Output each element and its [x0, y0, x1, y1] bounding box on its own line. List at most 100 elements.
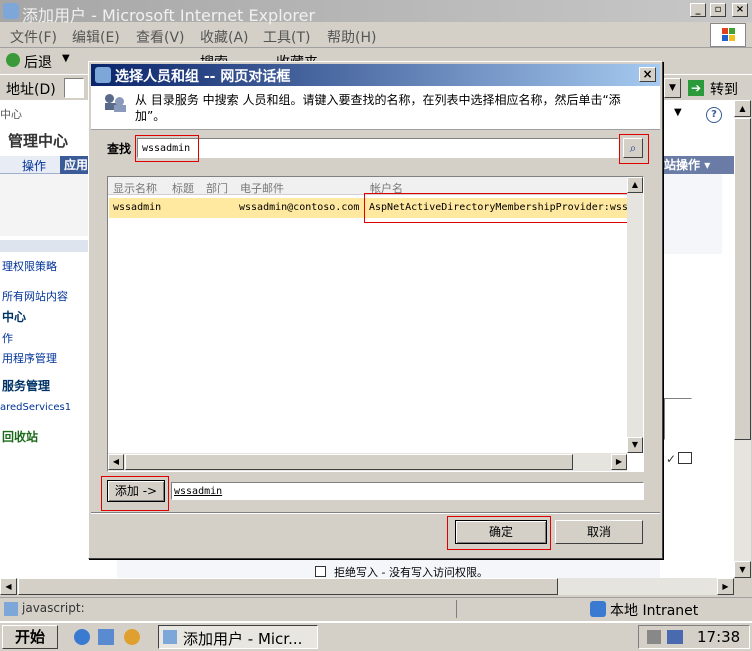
tab-applications[interactable]: 应用 [60, 156, 90, 174]
list-scroll-right-icon[interactable]: ▶ [611, 454, 627, 470]
ie-quicklaunch-icon[interactable] [74, 629, 90, 645]
status-bar: javascript: 本地 Intranet [0, 597, 752, 619]
scroll-left-icon[interactable]: ◀ [0, 578, 17, 595]
task-ie-icon [163, 630, 177, 644]
status-panels [456, 600, 584, 618]
find-input[interactable]: wssadmin [137, 138, 619, 158]
right-box [664, 398, 692, 440]
page-vertical-scrollbar[interactable]: ▲ ▼ [734, 100, 751, 578]
list-vertical-scrollbar[interactable]: ▲ ▼ [627, 177, 643, 453]
nav-link-operations[interactable]: 作 [2, 330, 13, 346]
address-dropdown-icon[interactable]: ▼ [664, 78, 681, 98]
bottom-row: 拒绝写入 - 没有写入访问权限。 [117, 558, 660, 579]
site-actions-label: 站操作 [664, 158, 701, 172]
list-horizontal-scrollbar[interactable]: ◀ ▶ [108, 453, 627, 471]
search-button-highlight [619, 134, 649, 164]
media-quicklaunch-icon[interactable] [124, 629, 140, 645]
select-people-dialog: 选择人员和组 -- 网页对话框 × 从 目录服务 中搜索 人员和组。请键入要查找… [88, 61, 663, 559]
menu-bar: 文件(F) 编辑(E) 查看(V) 收藏(A) 工具(T) 帮助(H) [0, 22, 752, 48]
ok-button-highlight [447, 516, 551, 550]
help-icon[interactable]: ? [706, 107, 722, 123]
start-button[interactable]: 开始 [2, 625, 58, 649]
find-input-highlight [135, 135, 199, 162]
back-button[interactable]: 后退 [24, 52, 52, 72]
dialog-info-panel: 从 目录服务 中搜索 人员和组。请键入要查找的名称，在列表中选择相应名称，然后单… [91, 86, 660, 130]
dialog-separator [91, 512, 660, 514]
menu-file[interactable]: 文件(F) [10, 27, 57, 47]
cancel-button[interactable]: 取消 [555, 520, 643, 544]
page-icon [4, 602, 18, 616]
menu-edit[interactable]: 编辑(E) [72, 27, 120, 47]
ie-title-bar: 添加用户 - Microsoft Internet Explorer _ ▫ × [0, 0, 752, 25]
add-value-input[interactable]: wssadmin [171, 482, 644, 500]
dialog-title: 选择人员和组 -- 网页对话框 [115, 69, 291, 85]
site-actions-menu[interactable]: 站操作 ▾ [660, 156, 734, 174]
start-label: 开始 [14, 628, 45, 646]
go-arrow-icon: ➔ [688, 80, 704, 96]
dialog-info-text: 从 目录服务 中搜索 人员和组。请键入要查找的名称，在列表中选择相应名称，然后单… [135, 93, 621, 123]
network-tray-icon[interactable] [667, 630, 683, 644]
address-book-icon[interactable] [678, 452, 692, 464]
center-label: 中心 [0, 108, 22, 121]
column-email[interactable]: 电子邮件 [240, 180, 284, 196]
scroll-up-icon[interactable]: ▲ [734, 100, 751, 117]
nav-header-center: 中心 [2, 310, 27, 324]
list-scroll-thumb[interactable] [125, 454, 573, 470]
list-scroll-up-icon[interactable]: ▲ [627, 177, 643, 193]
back-dropdown-icon[interactable]: ▼ [62, 53, 70, 64]
left-nav-bar [0, 240, 90, 252]
scroll-thumb-horizontal[interactable] [18, 578, 558, 595]
close-button[interactable]: × [732, 3, 748, 17]
page-horizontal-scrollbar[interactable]: ◀ ▶ [0, 578, 734, 595]
dialog-ie-icon [95, 67, 111, 83]
cancel-button-label: 取消 [586, 525, 611, 539]
nav-link-app-management[interactable]: 用程序管理 [2, 350, 57, 366]
ie-icon [3, 3, 19, 19]
scroll-right-icon[interactable]: ▶ [717, 578, 734, 595]
menu-view[interactable]: 查看(V) [136, 27, 185, 47]
nav-link-all-content[interactable]: 所有网站内容 [2, 288, 68, 304]
tab-operations[interactable]: 操作 [22, 157, 46, 174]
printer-tray-icon[interactable] [647, 630, 661, 644]
scroll-thumb-vertical[interactable] [734, 118, 751, 440]
zone-label: 本地 Intranet [610, 603, 699, 619]
dialog-title-bar: 选择人员和组 -- 网页对话框 × [91, 64, 660, 86]
deny-write-checkbox[interactable] [315, 566, 326, 577]
back-arrow-icon [6, 53, 20, 67]
taskbar-task-button[interactable]: 添加用户 - Micr... [158, 625, 318, 649]
account-highlight [364, 193, 630, 223]
menu-favorites[interactable]: 收藏(A) [200, 27, 249, 47]
column-title[interactable]: 标题 [172, 180, 194, 196]
list-scroll-down-icon[interactable]: ▼ [627, 437, 643, 453]
tab-strip: 操作 应用 [0, 156, 90, 174]
list-scroll-left-icon[interactable]: ◀ [108, 454, 124, 470]
result-display-name: wssadmin [113, 202, 162, 213]
results-list: 显示名称 标题 部门 电子邮件 帐户名 wssadmin wssadmin@co… [107, 176, 644, 472]
right-header-area: ▼ ? [664, 105, 734, 123]
scroll-down-icon[interactable]: ▼ [734, 561, 751, 578]
nav-link-shared-services[interactable]: aredServices1 [0, 402, 71, 413]
left-nav-spacer [0, 174, 90, 236]
taskbar: 开始 添加用户 - Micr... 17:38 [0, 621, 752, 651]
right-dropdown-icon[interactable]: ▼ [674, 107, 682, 118]
clock: 17:38 [697, 628, 741, 646]
minimize-button[interactable]: _ [690, 3, 706, 17]
column-department[interactable]: 部门 [206, 180, 228, 196]
add-value: wssadmin [174, 486, 223, 497]
task-label: 添加用户 - Micr... [183, 630, 303, 648]
go-button[interactable]: 转到 [710, 79, 738, 99]
column-display-name[interactable]: 显示名称 [113, 180, 157, 196]
nav-link-permission-policy[interactable]: 理权限策略 [2, 258, 57, 274]
find-label: 查找 [107, 142, 132, 156]
menu-help[interactable]: 帮助(H) [327, 27, 376, 47]
nav-link-recycle-bin[interactable]: 回收站 [2, 428, 38, 445]
menu-tools[interactable]: 工具(T) [263, 27, 310, 47]
dialog-close-icon[interactable]: × [639, 67, 656, 82]
result-email: wssadmin@contoso.com [239, 202, 360, 213]
outlook-quicklaunch-icon[interactable] [98, 629, 114, 645]
windows-logo-icon [710, 23, 746, 47]
people-icon [105, 94, 127, 112]
right-panel [660, 174, 722, 254]
maximize-button[interactable]: ▫ [710, 3, 726, 17]
address-input[interactable] [64, 78, 84, 98]
